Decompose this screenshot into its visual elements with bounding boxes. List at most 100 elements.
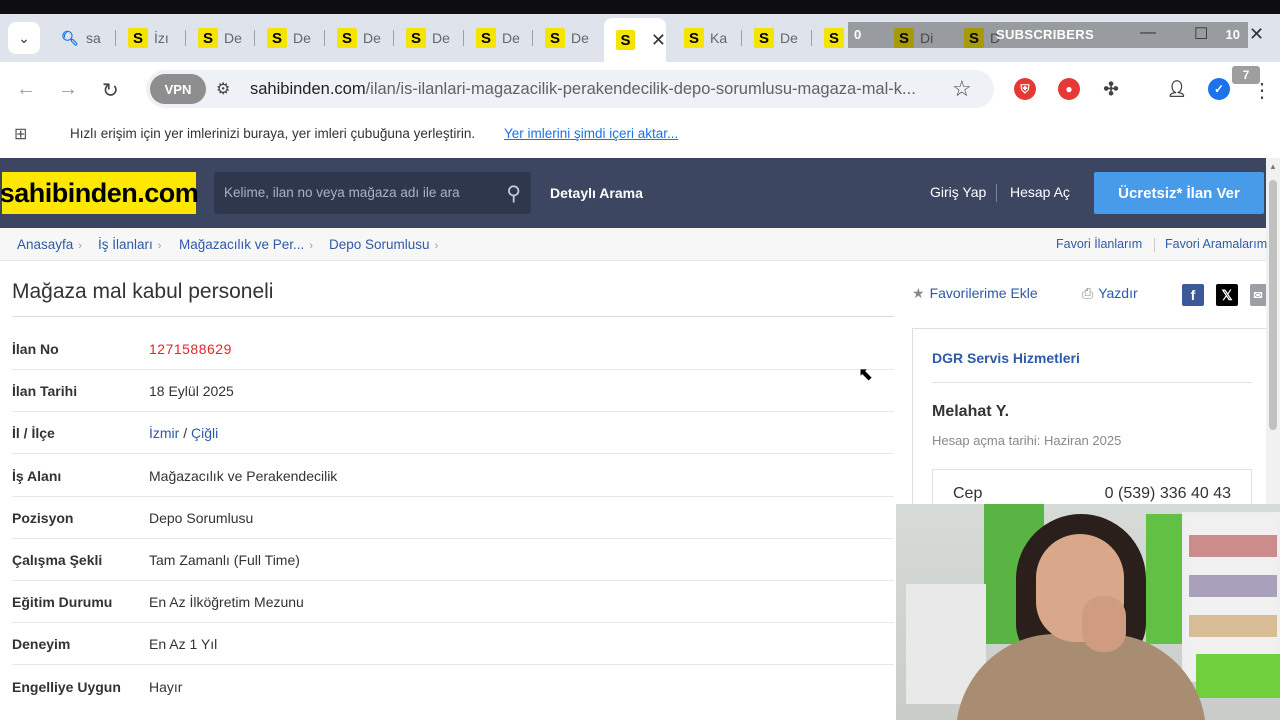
sahibinden-favicon: S [824,28,844,48]
facebook-share-icon[interactable]: f [1182,284,1204,306]
breadcrumb-item[interactable]: Anasayfa › [17,237,82,252]
info-value: Depo Sorumlusu [149,510,254,526]
adblock-extension-icon[interactable]: ⛨ [1014,78,1036,100]
info-value: En Az İlköğretim Mezunu [149,594,304,610]
info-key: İlan No [12,341,59,357]
reload-icon[interactable]: ↻ [102,78,119,103]
district-link[interactable]: Çiğli [191,425,218,441]
info-key: Eğitim Durumu [12,594,113,610]
info-value: İzmir / Çiğli [149,425,218,441]
tab-label: De [571,30,589,46]
address-bar[interactable]: VPN ⚙ sahibinden.com/ilan/is-ilanlari-ma… [146,70,994,108]
apps-grid-icon[interactable]: ⊞ [14,124,27,144]
info-value: Tam Zamanlı (Full Time) [149,552,300,568]
browser-tab-strip: ⌄ 🔍︎ sa S İzı S De S De S De S De S De S… [0,0,1280,62]
vpn-badge[interactable]: VPN [150,74,206,104]
browser-tab[interactable]: S De [394,22,464,54]
profile-icon[interactable]: 👤︎ [1166,78,1188,100]
sahibinden-favicon: S [616,30,635,50]
tab-label: Ka [710,30,728,46]
back-icon[interactable]: ← [16,78,36,101]
add-favorite-button[interactable]: ★ Favorilerime Ekle [912,285,1038,302]
phone-label: Cep [953,485,983,502]
info-key: Deneyim [12,636,71,652]
tab-label: De [293,30,311,46]
breadcrumb-item[interactable]: Mağazacılık ve Per... › [179,237,313,252]
url-path: /ilan/is-ilanlari-magazacilik-perakendec… [365,80,916,98]
tab-search-button[interactable]: ⌄ [8,22,40,54]
location-separator: / [179,425,191,441]
breadcrumb-item[interactable]: Depo Sorumlusu › [329,237,438,252]
info-row-education: Eğitim Durumu En Az İlköğretim Mezunu [12,581,894,623]
browser-toolbar: ← → ↻ VPN ⚙ sahibinden.com/ilan/is-ilanl… [0,62,1280,118]
chevron-right-icon: › [434,240,439,252]
maximize-icon[interactable]: ☐ [1194,24,1208,44]
sahibinden-favicon: S [684,28,704,48]
x-share-icon[interactable]: 𝕏 [1216,284,1238,306]
close-tab-icon[interactable]: ✕ [651,30,666,51]
tab-label: De [363,30,381,46]
phone-number[interactable]: 0 (539) 336 40 43 [1105,485,1231,503]
browser-tab[interactable]: S De [464,22,533,54]
info-row-date: İlan Tarihi 18 Eylül 2025 [12,370,894,412]
register-link[interactable]: Hesap Aç [1010,184,1070,200]
city-link[interactable]: İzmir [149,425,179,441]
email-share-icon[interactable]: ✉ [1250,284,1266,306]
browser-tab-active[interactable]: S ✕ [604,18,666,62]
favorite-listings-link[interactable]: Favori İlanlarım [1056,237,1142,251]
import-bookmarks-link[interactable]: Yer imlerini şimdi içeri aktar... [504,126,678,141]
site-logo[interactable]: sahibinden.com [0,172,199,214]
post-ad-button[interactable]: Ücretsiz* İlan Ver [1094,172,1264,214]
more-menu-icon[interactable]: ⋮ [1252,78,1272,103]
info-key: İlan Tarihi [12,383,78,399]
tab-label: İzı [154,30,169,46]
browser-tab[interactable]: 🔍︎ sa [48,22,116,54]
close-window-icon[interactable]: ✕ [1249,24,1264,45]
scroll-up-icon[interactable]: ▲ [1269,162,1277,171]
sahibinden-favicon: S [754,28,774,48]
browser-tab[interactable]: S De [325,22,394,54]
info-row-work-type: Çalışma Şekli Tam Zamanlı (Full Time) [12,539,894,581]
star-icon: ★ [912,285,925,301]
browser-tab[interactable]: S De [533,22,603,54]
detailed-search-link[interactable]: Detaylı Arama [550,185,643,201]
info-key: Çalışma Şekli [12,552,103,568]
search-icon[interactable]: ⚲ [506,181,521,206]
chevron-right-icon: › [78,240,82,252]
shield-extension-icon[interactable]: ✓ [1208,78,1230,100]
site-search-input[interactable]: Kelime, ilan no veya mağaza adı ile ara … [214,172,531,214]
favorite-searches-link[interactable]: Favori Aramalarım [1165,237,1267,251]
info-key: Pozisyon [12,510,74,526]
print-button[interactable]: ⎙ Yazdır [1082,285,1138,302]
forward-icon[interactable]: → [58,78,78,101]
breadcrumb-item[interactable]: İş İlanları › [98,237,161,252]
info-value: Mağazacılık ve Perakendecilik [149,468,338,484]
browser-tab[interactable]: S De [742,22,812,54]
site-info-icon[interactable]: ⚙ [216,79,230,99]
sahibinden-favicon: S [198,28,218,48]
subscriber-counter-overlay: 0 SUBSCRIBERS 10 [848,22,1248,48]
browser-tab[interactable]: S De [186,22,255,54]
browser-tab[interactable]: S Ka [672,22,742,54]
tab-label: sa [86,30,101,46]
ublock-extension-icon[interactable]: ● [1058,78,1080,100]
subscriber-label: SUBSCRIBERS [996,27,1094,42]
page-title: Mağaza mal kabul personeli [12,280,274,303]
breadcrumb-label: Mağazacılık ve Per... [179,237,305,252]
login-link[interactable]: Giriş Yap [930,184,986,200]
bookmark-star-icon[interactable]: ☆ [952,76,972,102]
info-row-experience: Deneyim En Az 1 Yıl [12,623,894,665]
browser-tab[interactable]: S De [255,22,325,54]
seller-since: Hesap açma tarihi: Haziran 2025 [932,433,1122,448]
seller-company-link[interactable]: DGR Servis Hizmetleri [932,350,1080,366]
sahibinden-favicon: S [545,28,565,48]
tab-label: De [224,30,242,46]
bookmarks-bar: ⊞ Hızlı erişim için yer imlerinizi buray… [0,118,1280,150]
minimize-icon[interactable]: — [1140,24,1156,42]
url-text[interactable]: sahibinden.com/ilan/is-ilanlari-magazaci… [250,80,940,99]
info-value: 18 Eylül 2025 [149,383,234,399]
scrollbar-thumb[interactable] [1269,180,1277,430]
subscriber-count-goal: 10 [1225,27,1240,42]
extensions-puzzle-icon[interactable]: ✣ [1100,78,1122,100]
browser-tab[interactable]: S İzı [116,22,186,54]
